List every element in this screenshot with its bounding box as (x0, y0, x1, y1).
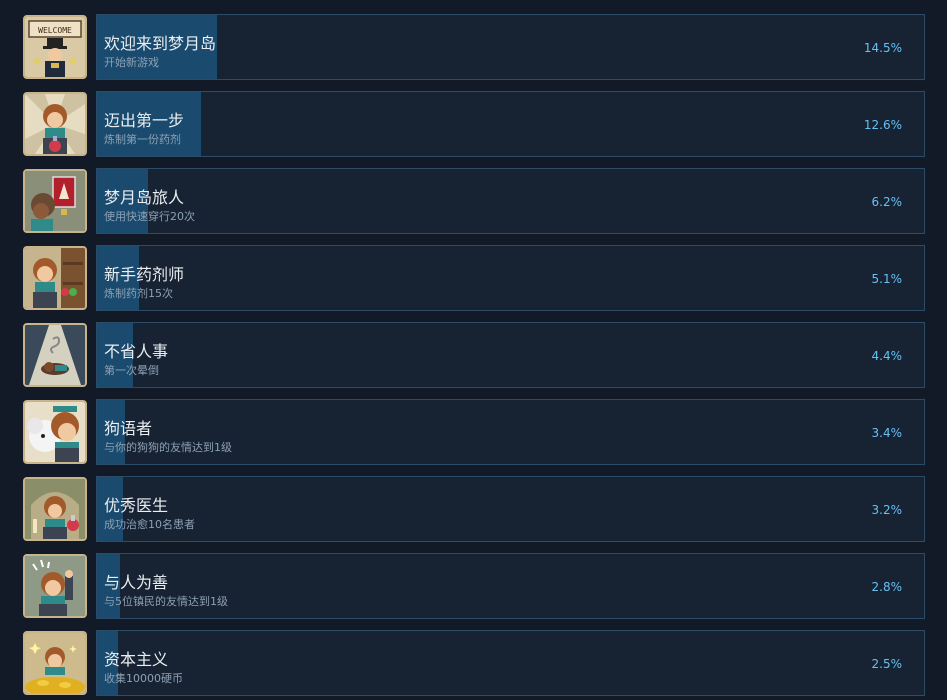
achievement-title: 资本主义 (104, 650, 169, 669)
achievement-row[interactable]: 梦月岛旅人 使用快速穿行20次 6.2% (23, 168, 925, 234)
achievement-panel: 迈出第一步 炼制第一份药剂 12.6% (96, 91, 925, 157)
achievement-title: 新手药剂师 (104, 265, 185, 284)
achievement-percent: 6.2% (871, 195, 903, 209)
achievement-row[interactable]: 迈出第一步 炼制第一份药剂 12.6% (23, 91, 925, 157)
achievement-percent: 12.6% (863, 118, 902, 132)
achievement-description: 收集10000硬币 (104, 672, 183, 685)
achievement-row[interactable]: 资本主义 收集10000硬币 2.5% (23, 630, 925, 696)
achievement-description: 成功治愈10名患者 (104, 518, 195, 531)
achievement-description: 使用快速穿行20次 (104, 210, 195, 223)
achievement-percent: 3.2% (871, 503, 903, 517)
achievement-row[interactable]: 不省人事 第一次晕倒 4.4% (23, 322, 925, 388)
doctor-icon (23, 477, 87, 541)
achievement-list: WELCOME 欢迎来到梦月岛 开始新游戏 14.5% 迈出第一步 炼制第一份药… (0, 0, 947, 700)
achievement-panel: 资本主义 收集10000硬币 2.5% (96, 630, 925, 696)
achievement-title: 不省人事 (104, 342, 169, 361)
welcome-sign-icon: WELCOME (23, 15, 87, 79)
achievement-panel: 新手药剂师 炼制药剂15次 5.1% (96, 245, 925, 311)
achievement-row[interactable]: 新手药剂师 炼制药剂15次 5.1% (23, 245, 925, 311)
apprentice-chemist-icon (23, 246, 87, 310)
fainted-icon (23, 323, 87, 387)
traveler-icon (23, 169, 87, 233)
achievement-row[interactable]: WELCOME 欢迎来到梦月岛 开始新游戏 14.5% (23, 14, 925, 80)
achievement-description: 开始新游戏 (104, 56, 159, 69)
achievement-title: 迈出第一步 (104, 111, 185, 130)
achievement-title: 与人为善 (104, 573, 169, 592)
achievement-panel: 与人为善 与5位镇民的友情达到1级 2.8% (96, 553, 925, 619)
achievement-percent: 14.5% (863, 41, 902, 55)
achievement-percent: 2.8% (871, 580, 903, 594)
achievement-row[interactable]: 狗语者 与你的狗狗的友情达到1级 3.4% (23, 399, 925, 465)
achievement-description: 与你的狗狗的友情达到1级 (104, 441, 232, 454)
svg-text:WELCOME: WELCOME (38, 26, 72, 35)
achievement-panel: 梦月岛旅人 使用快速穿行20次 6.2% (96, 168, 925, 234)
achievement-description: 第一次晕倒 (104, 364, 159, 377)
achievement-panel: 不省人事 第一次晕倒 4.4% (96, 322, 925, 388)
achievement-row[interactable]: 与人为善 与5位镇民的友情达到1级 2.8% (23, 553, 925, 619)
first-potion-icon (23, 92, 87, 156)
achievement-percent: 3.4% (871, 426, 903, 440)
achievement-description: 炼制药剂15次 (104, 287, 173, 300)
achievement-percent: 5.1% (871, 272, 903, 286)
achievement-description: 炼制第一份药剂 (104, 133, 181, 146)
achievement-panel: 优秀医生 成功治愈10名患者 3.2% (96, 476, 925, 542)
achievement-panel: 狗语者 与你的狗狗的友情达到1级 3.4% (96, 399, 925, 465)
kindness-icon (23, 554, 87, 618)
achievement-panel: 欢迎来到梦月岛 开始新游戏 14.5% (96, 14, 925, 80)
achievement-title: 梦月岛旅人 (104, 188, 185, 207)
achievement-title: 优秀医生 (104, 496, 169, 515)
achievement-row[interactable]: 优秀医生 成功治愈10名患者 3.2% (23, 476, 925, 542)
gold-coins-icon (23, 631, 87, 695)
achievement-title: 欢迎来到梦月岛 (104, 34, 217, 53)
dog-friend-icon (23, 400, 87, 464)
achievement-percent: 4.4% (871, 349, 903, 363)
achievement-description: 与5位镇民的友情达到1级 (104, 595, 228, 608)
achievement-percent: 2.5% (871, 657, 903, 671)
achievement-title: 狗语者 (104, 419, 153, 438)
